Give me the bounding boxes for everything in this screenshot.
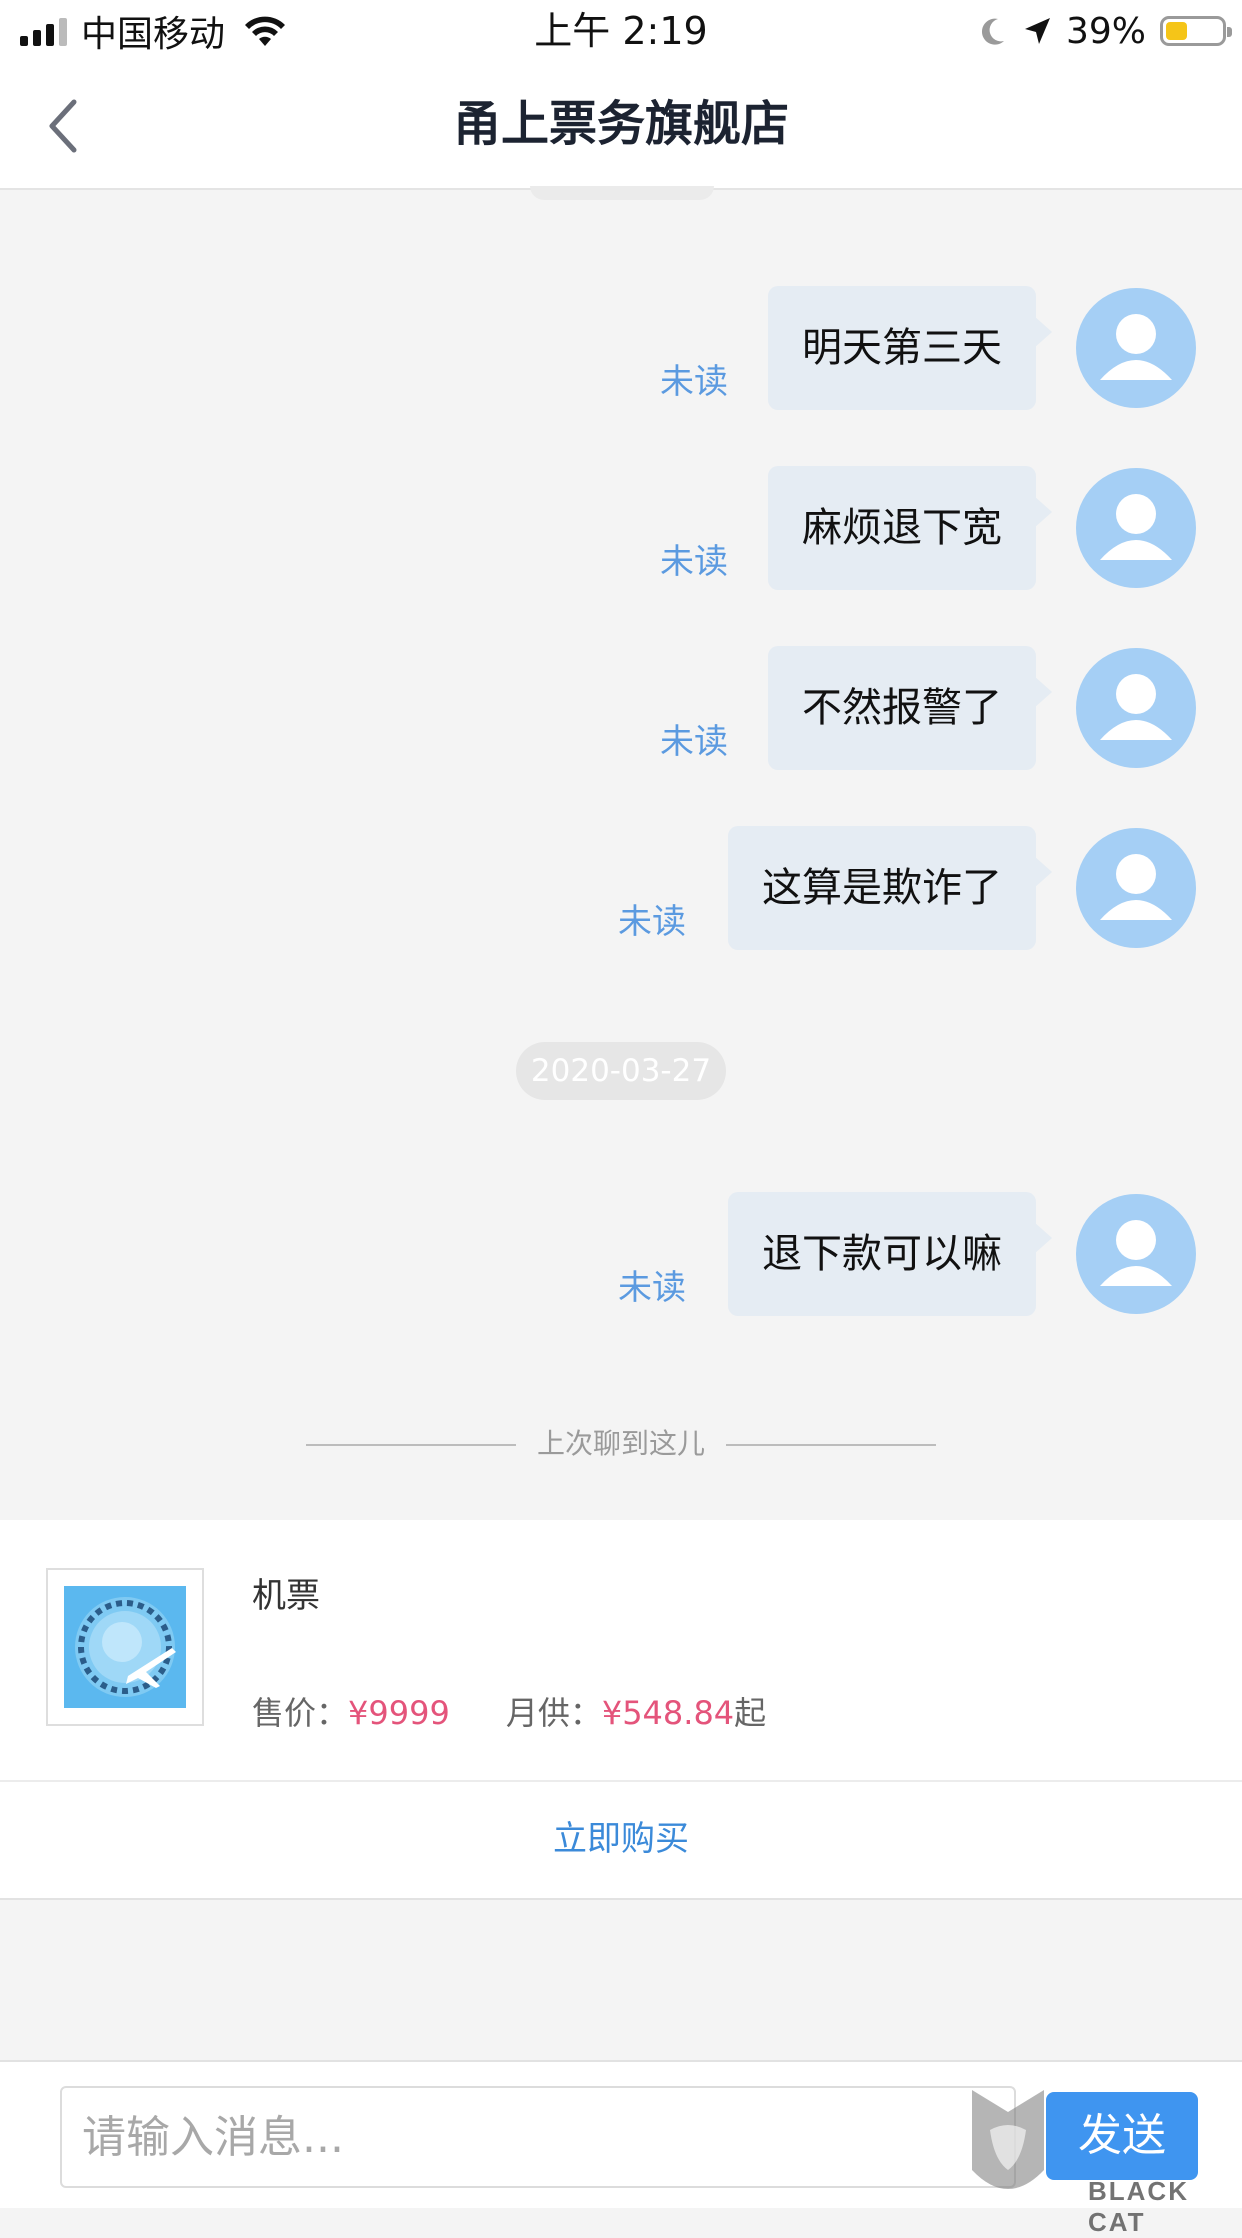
nav-bar: 甬上票务旗舰店	[0, 62, 1242, 190]
avatar[interactable]	[1076, 468, 1196, 588]
user-icon	[1100, 494, 1172, 560]
monthly-value: ¥548.84	[601, 1694, 735, 1732]
message-item: 未读 退下款可以嘛	[46, 1192, 1196, 1322]
unread-label: 未读	[660, 542, 728, 582]
unread-label: 未读	[618, 902, 686, 942]
battery-fill	[1166, 22, 1187, 40]
message-bubble[interactable]: 明天第三天	[768, 286, 1052, 410]
date-separator: 2020-03-27	[516, 1042, 726, 1100]
status-right: 39%	[978, 6, 1232, 56]
location-arrow-icon	[1024, 18, 1050, 44]
last-read-divider: 上次聊到这儿	[306, 1420, 936, 1468]
watermark-text: BLACK CAT	[1088, 2176, 1189, 2237]
airplane-globe-icon	[64, 1586, 186, 1708]
avatar[interactable]	[1076, 648, 1196, 768]
message-bubble[interactable]: 退下款可以嘛	[728, 1192, 1052, 1316]
product-title: 机票	[252, 1576, 320, 1616]
product-card[interactable]: 机票 售价：¥9999 月供：¥548.84起 立即购买	[0, 1520, 1242, 1900]
message-item: 未读 不然报警了	[46, 646, 1196, 776]
message-item: 未读 这算是欺诈了	[46, 826, 1196, 956]
status-bar: 中国移动 上午 2:19 39%	[0, 0, 1242, 62]
monthly-suffix: 起	[734, 1694, 767, 1732]
price-label: 售价：	[252, 1694, 349, 1732]
unread-label: 未读	[660, 362, 728, 402]
monthly-label: 月供：	[505, 1694, 602, 1732]
price-row: 售价：¥9999 月供：¥548.84起	[252, 1688, 766, 1734]
avatar[interactable]	[1076, 828, 1196, 948]
chat-area[interactable]: 未读 明天第三天 未读 麻烦退下宽 未读 不然报警了 未读 这算是欺诈了 202…	[0, 186, 1242, 1520]
product-thumbnail[interactable]	[46, 1568, 204, 1726]
user-icon	[1100, 674, 1172, 740]
user-icon	[1100, 1220, 1172, 1286]
message-input[interactable]	[60, 2086, 1016, 2188]
date-pill-stub	[530, 186, 714, 200]
unread-label: 未读	[618, 1268, 686, 1308]
battery-percent: 39%	[1065, 10, 1146, 52]
message-bubble[interactable]: 不然报警了	[768, 646, 1052, 770]
battery-icon	[1160, 16, 1232, 46]
user-icon	[1100, 314, 1172, 380]
unread-label: 未读	[660, 722, 728, 762]
avatar[interactable]	[1076, 1194, 1196, 1314]
message-bubble[interactable]: 麻烦退下宽	[768, 466, 1052, 590]
page-title: 甬上票务旗舰店	[452, 96, 789, 152]
user-icon	[1100, 854, 1172, 920]
buy-now-button[interactable]: 立即购买	[0, 1782, 1242, 1896]
message-item: 未读 明天第三天	[46, 286, 1196, 416]
price-value: ¥9999	[348, 1694, 450, 1732]
message-item: 未读 麻烦退下宽	[46, 466, 1196, 596]
avatar[interactable]	[1076, 288, 1196, 408]
moon-icon	[981, 18, 1004, 45]
message-bubble[interactable]: 这算是欺诈了	[728, 826, 1052, 950]
